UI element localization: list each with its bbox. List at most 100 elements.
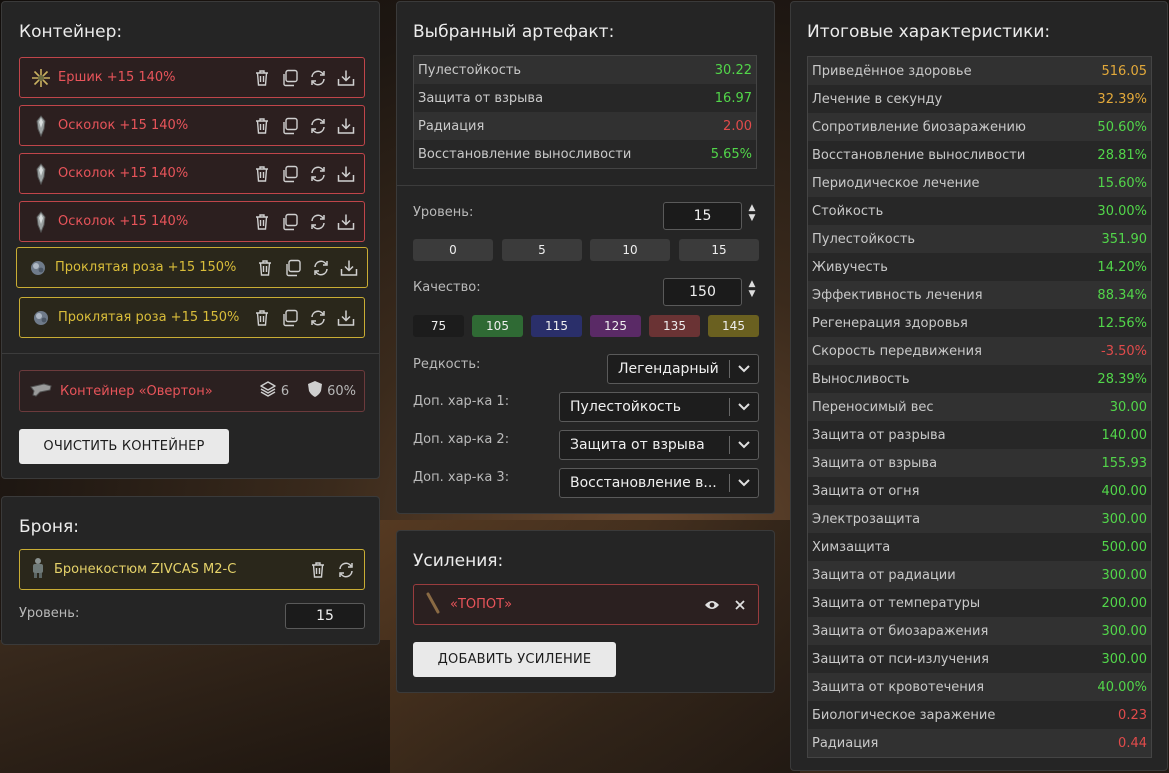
armor-panel: Броня: Бронекостюм ZIVCAS M2-C Уровень: …	[1, 496, 380, 645]
rarity-select[interactable]: Легендарный	[607, 354, 759, 384]
close-icon[interactable]	[730, 595, 750, 615]
shard-artifact-icon	[30, 162, 52, 185]
copy-icon[interactable]	[280, 308, 300, 328]
quality-preset-chip[interactable]: 115	[531, 315, 582, 337]
download-icon[interactable]	[336, 116, 356, 136]
refresh-icon[interactable]	[311, 258, 331, 278]
extra2-select[interactable]: Защита от взрыва	[559, 430, 759, 460]
trash-icon[interactable]	[252, 164, 272, 184]
armor-item[interactable]: Бронекостюм ZIVCAS M2-C	[19, 549, 365, 590]
copy-icon[interactable]	[280, 116, 300, 136]
chevron-down-icon	[730, 479, 758, 487]
artifact-row[interactable]: Осколок +15 140%	[19, 201, 365, 242]
stat-name: Защита от огня	[812, 483, 920, 499]
refresh-icon[interactable]	[308, 164, 328, 184]
chevron-up-icon[interactable]: ▲	[749, 204, 756, 213]
level-input[interactable]: 15	[663, 202, 742, 230]
download-icon[interactable]	[336, 308, 356, 328]
shield-icon	[307, 380, 323, 402]
level-stepper[interactable]: ▲ ▼	[746, 204, 758, 223]
download-icon[interactable]	[336, 68, 356, 88]
stat-name: Радиация	[418, 118, 485, 134]
refresh-icon[interactable]	[308, 68, 328, 88]
refresh-icon[interactable]	[336, 560, 356, 580]
copy-icon[interactable]	[283, 258, 303, 278]
stat-row: Восстановление выносливости 5.65%	[414, 140, 756, 168]
chevron-up-icon[interactable]: ▲	[749, 280, 756, 289]
stat-name: Лечение в секунду	[812, 91, 943, 107]
stat-row: Защита от взрыва 155.93	[808, 449, 1151, 477]
artifact-row[interactable]: Осколок +15 140%	[19, 153, 365, 194]
container-item[interactable]: Контейнер «Овертон» 6 60%	[19, 370, 365, 412]
level-preset-chip[interactable]: 5	[502, 239, 582, 261]
trash-icon[interactable]	[308, 560, 328, 580]
shard-artifact-icon	[30, 210, 52, 233]
refresh-icon[interactable]	[308, 308, 328, 328]
artifact-name: Осколок +15 140%	[58, 166, 189, 181]
copy-icon[interactable]	[280, 164, 300, 184]
trash-icon[interactable]	[252, 212, 272, 232]
stat-row: Пулестойкость 351.90	[808, 225, 1151, 253]
boost-name: «ТОПОТ»	[450, 597, 513, 612]
chevron-down-icon	[730, 403, 758, 411]
quality-input[interactable]: 150	[663, 278, 742, 306]
extra2-label: Доп. хар-ка 2:	[413, 432, 510, 447]
stat-value: 2.00	[723, 118, 752, 134]
eye-icon[interactable]	[702, 595, 722, 615]
level-preset-chip[interactable]: 15	[679, 239, 759, 261]
extra3-select[interactable]: Восстановление в...	[559, 468, 759, 498]
shard-artifact-icon	[30, 114, 52, 137]
armor-level-input[interactable]: 15	[285, 603, 365, 629]
container-name: Контейнер «Овертон»	[60, 383, 213, 399]
stat-value: 28.81%	[1097, 147, 1147, 163]
artifact-row[interactable]: Проклятая роза +15 150%	[19, 297, 365, 338]
quality-preset-chip[interactable]: 135	[649, 315, 700, 337]
level-label: Уровень:	[413, 205, 474, 220]
panel-title: Итоговые характеристики:	[807, 22, 1051, 42]
stat-name: Скорость передвижения	[812, 343, 982, 359]
chevron-down-icon[interactable]: ▼	[749, 214, 756, 223]
level-preset-chip[interactable]: 0	[413, 239, 493, 261]
clear-container-button[interactable]: ОЧИСТИТЬ КОНТЕЙНЕР	[19, 429, 229, 464]
stat-name: Защита от радиации	[812, 567, 956, 583]
add-boost-button[interactable]: ДОБАВИТЬ УСИЛЕНИЕ	[413, 642, 616, 677]
quality-preset-chip[interactable]: 145	[708, 315, 759, 337]
stat-name: Радиация	[812, 735, 879, 751]
artifact-name: Проклятая роза +15 150%	[58, 310, 240, 325]
stat-value: 500.00	[1101, 539, 1148, 555]
trash-icon[interactable]	[252, 116, 272, 136]
stat-value: 30.22	[714, 62, 752, 78]
trash-icon[interactable]	[255, 258, 275, 278]
quality-preset-chip[interactable]: 105	[472, 315, 523, 337]
refresh-icon[interactable]	[308, 116, 328, 136]
artifact-row[interactable]: Проклятая роза +15 150%	[16, 247, 368, 288]
download-icon[interactable]	[339, 258, 359, 278]
chevron-down-icon[interactable]: ▼	[749, 290, 756, 299]
quality-stepper[interactable]: ▲ ▼	[746, 280, 758, 299]
chevron-down-icon	[730, 441, 758, 449]
artifact-name: Ершик +15 140%	[58, 70, 176, 85]
boosts-panel: Усиления: «ТОПОТ» ДОБАВИТЬ УСИЛЕНИЕ	[396, 530, 775, 693]
stat-name: Биологическое заражение	[812, 707, 996, 723]
quality-preset-chip[interactable]: 75	[413, 315, 464, 337]
refresh-icon[interactable]	[308, 212, 328, 232]
stat-row: Скорость передвижения -3.50%	[808, 337, 1151, 365]
chevron-down-icon	[730, 365, 758, 373]
download-icon[interactable]	[336, 164, 356, 184]
quality-preset-chip[interactable]: 125	[590, 315, 641, 337]
extra2-value: Защита от взрыва	[570, 437, 705, 453]
trash-icon[interactable]	[252, 68, 272, 88]
stat-row: Защита от радиации 300.00	[808, 561, 1151, 589]
level-preset-chip[interactable]: 10	[590, 239, 670, 261]
stat-row: Защита от температуры 200.00	[808, 589, 1151, 617]
rarity-label: Редкость:	[413, 357, 481, 372]
trash-icon[interactable]	[252, 308, 272, 328]
artifact-row[interactable]: Ершик +15 140%	[19, 57, 365, 98]
download-icon[interactable]	[336, 212, 356, 232]
artifact-row[interactable]: Осколок +15 140%	[19, 105, 365, 146]
stat-name: Восстановление выносливости	[812, 147, 1026, 163]
boost-item[interactable]: «ТОПОТ»	[413, 584, 759, 625]
extra1-select[interactable]: Пулестойкость	[559, 392, 759, 422]
copy-icon[interactable]	[280, 212, 300, 232]
copy-icon[interactable]	[280, 68, 300, 88]
